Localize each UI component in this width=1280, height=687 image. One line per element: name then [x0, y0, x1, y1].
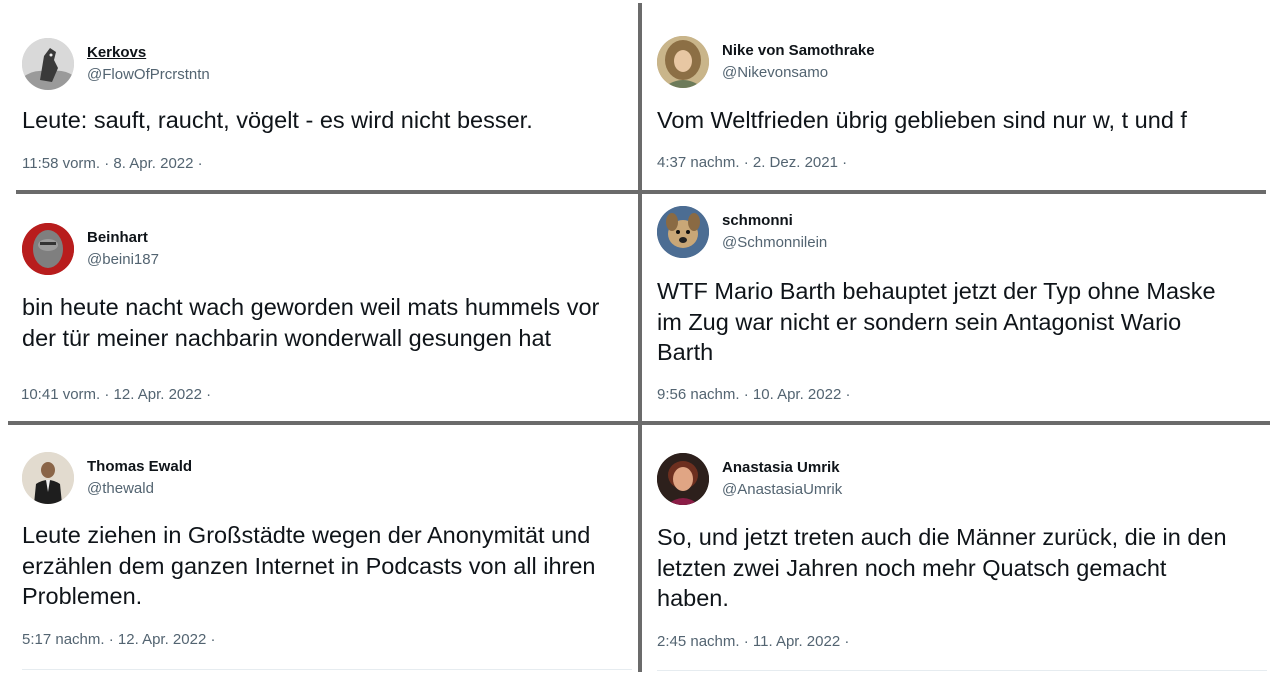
tweet-text: Leute ziehen in Großstädte wegen der Ano… — [22, 522, 596, 609]
tweet-text: So, und jetzt treten auch die Männer zur… — [657, 524, 1227, 611]
timestamp[interactable]: 2:45 nachm. · 11. Apr. 2022 · — [657, 632, 849, 652]
display-name[interactable]: Beinhart — [87, 228, 159, 248]
tweet-card[interactable]: Kerkovs @FlowOfPrcrstntn Leute: sauft, r… — [0, 0, 638, 192]
display-name[interactable]: Kerkovs — [87, 43, 210, 63]
vertical-divider — [638, 3, 642, 672]
display-name[interactable]: Thomas Ewald — [87, 457, 192, 477]
timestamp[interactable]: 9:56 nachm. · 10. Apr. 2022 · — [657, 385, 850, 405]
display-name[interactable]: schmonni — [722, 211, 827, 231]
divider — [22, 669, 632, 670]
handle[interactable]: @AnastasiaUmrik — [722, 480, 842, 500]
handle[interactable]: @thewald — [87, 479, 192, 499]
dog-avatar-icon[interactable] — [657, 206, 709, 258]
display-name[interactable]: Anastasia Umrik — [722, 458, 842, 478]
man-suit-avatar-icon[interactable] — [22, 452, 74, 504]
tweet-collage: Kerkovs @FlowOfPrcrstntn Leute: sauft, r… — [0, 0, 1280, 687]
handle[interactable]: @Schmonnilein — [722, 233, 827, 253]
man-avatar-icon[interactable] — [22, 223, 74, 275]
horse-avatar-icon[interactable] — [22, 38, 74, 90]
tweet-card[interactable]: Nike von Samothrake @Nikevonsamo Vom Wel… — [642, 0, 1280, 192]
woman-avatar-icon[interactable] — [657, 36, 709, 88]
tweet-card[interactable]: Beinhart @beini187 bin heute nacht wach … — [0, 196, 638, 421]
tweet-text: WTF Mario Barth behauptet jetzt der Typ … — [657, 278, 1216, 365]
tweet-card[interactable]: Anastasia Umrik @AnastasiaUmrik So, und … — [642, 426, 1280, 687]
divider — [657, 670, 1267, 671]
timestamp[interactable]: 4:37 nachm. · 2. Dez. 2021 · — [657, 153, 847, 173]
tweet-card[interactable]: Thomas Ewald @thewald Leute ziehen in Gr… — [0, 426, 638, 687]
timestamp[interactable]: 10:41 vorm. · 12. Apr. 2022 · — [21, 385, 211, 405]
handle[interactable]: @Nikevonsamo — [722, 63, 875, 83]
horizontal-divider-bottom — [8, 421, 1270, 425]
horizontal-divider-top — [16, 190, 1266, 194]
handle[interactable]: @FlowOfPrcrstntn — [87, 65, 210, 85]
timestamp[interactable]: 11:58 vorm. · 8. Apr. 2022 · — [22, 154, 203, 174]
handle[interactable]: @beini187 — [87, 250, 159, 270]
display-name[interactable]: Nike von Samothrake — [722, 41, 875, 61]
tweet-text: Leute: sauft, raucht, vögelt - es wird n… — [22, 107, 533, 133]
tweet-card[interactable]: schmonni @Schmonnilein WTF Mario Barth b… — [642, 196, 1280, 421]
timestamp[interactable]: 5:17 nachm. · 12. Apr. 2022 · — [22, 630, 215, 650]
tweet-text: Vom Weltfrieden übrig geblieben sind nur… — [657, 107, 1187, 133]
tweet-text: bin heute nacht wach geworden weil mats … — [22, 294, 600, 351]
woman-portrait-avatar-icon[interactable] — [657, 453, 709, 505]
